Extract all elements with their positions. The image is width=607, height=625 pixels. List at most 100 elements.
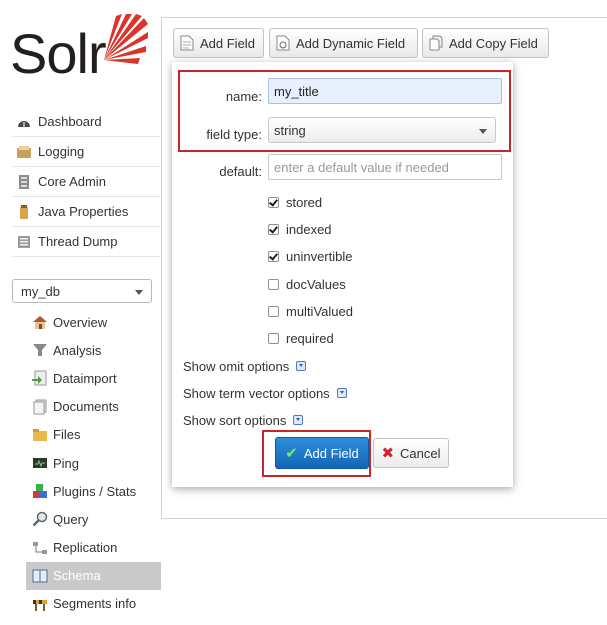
segments-icon	[32, 596, 48, 612]
sidebar-item-thread-dump[interactable]: Thread Dump	[12, 227, 160, 257]
folder-icon	[32, 427, 48, 443]
checkbox-label: uninvertible	[286, 248, 353, 264]
add-field-toolbar-button[interactable]: Add Field	[173, 28, 264, 58]
core-item-files[interactable]: Files	[26, 421, 161, 449]
sidebar-item-label: Thread Dump	[38, 234, 118, 249]
show-term-vector-options-toggle[interactable]: Show term vector options	[183, 384, 347, 402]
logging-icon	[16, 144, 32, 160]
core-item-segments-info[interactable]: Segments info	[26, 590, 161, 618]
close-icon: ✖	[381, 445, 395, 462]
core-item-label: Schema	[53, 568, 101, 584]
core-item-label: Documents	[53, 399, 119, 415]
core-selector[interactable]: my_db	[12, 279, 152, 303]
chevron-down-icon	[135, 290, 143, 295]
add-button-highlight	[262, 430, 371, 477]
core-item-dataimport[interactable]: Dataimport	[26, 364, 161, 392]
core-item-label: Plugins / Stats	[53, 483, 137, 499]
docvalues-option[interactable]: docValues	[268, 275, 346, 293]
multivalued-checkbox[interactable]	[268, 305, 279, 317]
uninvertible-option[interactable]: uninvertible	[268, 247, 353, 265]
expand-icon	[296, 361, 307, 371]
indexed-checkbox[interactable]	[268, 223, 279, 235]
add-field-toolbar-label: Add Field	[200, 35, 255, 51]
dashboard-icon	[16, 114, 32, 130]
core-selector-value: my_db	[21, 283, 61, 299]
core-item-label: Ping	[53, 455, 80, 471]
stored-option[interactable]: stored	[268, 193, 322, 211]
plugins-icon	[32, 483, 48, 499]
dynamic-document-icon	[276, 35, 290, 51]
core-item-label: Analysis	[53, 342, 102, 358]
cancel-button[interactable]: ✖ Cancel	[373, 438, 449, 468]
name-type-highlight	[178, 70, 511, 152]
expand-icon	[293, 415, 304, 425]
sidebar-item-dashboard[interactable]: Dashboard	[12, 107, 160, 137]
ping-icon	[32, 455, 48, 471]
sidebar-item-label: Core Admin	[38, 174, 106, 189]
option-toggle-label: Show omit options	[183, 358, 290, 374]
core-item-query[interactable]: Query	[26, 505, 161, 533]
schema-icon	[32, 568, 48, 584]
core-item-label: Query	[53, 511, 89, 527]
core-item-replication[interactable]: Replication	[26, 534, 161, 562]
uninvertible-checkbox[interactable]	[268, 250, 279, 262]
docvalues-checkbox[interactable]	[268, 278, 279, 290]
required-checkbox[interactable]	[268, 332, 279, 344]
sidebar-nav: Dashboard Logging Core Admin Java Proper…	[12, 107, 160, 257]
core-item-label: Dataimport	[53, 370, 117, 386]
multivalued-option[interactable]: multiValued	[268, 302, 353, 320]
checkbox-label: indexed	[286, 221, 332, 237]
option-toggle-label: Show term vector options	[183, 385, 330, 401]
core-item-label: Files	[53, 427, 81, 443]
sidebar-item-core-admin[interactable]: Core Admin	[12, 167, 160, 197]
core-item-ping[interactable]: Ping	[26, 449, 161, 477]
solr-logo[interactable]: Solr	[10, 14, 148, 86]
show-sort-options-toggle[interactable]: Show sort options	[183, 411, 304, 429]
add-dynamic-field-label: Add Dynamic Field	[296, 35, 406, 51]
stored-checkbox[interactable]	[268, 196, 279, 208]
option-toggle-label: Show sort options	[183, 412, 287, 428]
required-option[interactable]: required	[268, 329, 334, 347]
documents-icon	[32, 399, 48, 415]
add-copy-field-button[interactable]: Add Copy Field	[422, 28, 549, 58]
home-icon	[32, 314, 48, 330]
sidebar-item-label: Logging	[38, 144, 85, 159]
default-input[interactable]: enter a default value if needed	[268, 154, 502, 180]
logo-text: Solr	[10, 22, 107, 85]
core-item-label: Segments info	[53, 596, 137, 612]
core-item-label: Replication	[53, 540, 118, 556]
cancel-button-label: Cancel	[400, 445, 441, 461]
show-omit-options-toggle[interactable]: Show omit options	[183, 357, 307, 375]
sidebar-item-label: Java Properties	[38, 204, 129, 219]
expand-icon	[336, 388, 347, 398]
add-copy-field-label: Add Copy Field	[449, 35, 538, 51]
core-item-documents[interactable]: Documents	[26, 393, 161, 421]
core-item-schema[interactable]: Schema	[26, 561, 161, 590]
thread-dump-icon	[16, 234, 32, 250]
sunburst-logo-icon	[104, 14, 148, 64]
sidebar-item-logging[interactable]: Logging	[12, 137, 160, 167]
indexed-option[interactable]: indexed	[268, 220, 332, 238]
default-label: default:	[219, 164, 262, 179]
checkbox-label: docValues	[286, 276, 346, 292]
add-dynamic-field-button[interactable]: Add Dynamic Field	[269, 28, 418, 58]
java-icon	[16, 204, 32, 220]
core-admin-icon	[16, 174, 32, 190]
checkbox-label: stored	[286, 194, 323, 210]
core-item-label: Overview	[53, 314, 108, 330]
dataimport-icon	[32, 370, 48, 386]
magnifier-icon	[32, 511, 48, 527]
checkbox-label: multiValued	[286, 303, 353, 319]
checkbox-label: required	[286, 330, 334, 346]
core-item-plugins-stats[interactable]: Plugins / Stats	[26, 477, 161, 505]
core-item-overview[interactable]: Overview	[26, 308, 161, 336]
core-item-analysis[interactable]: Analysis	[26, 336, 161, 364]
copy-document-icon	[429, 35, 443, 51]
funnel-icon	[32, 342, 48, 358]
document-icon	[180, 35, 194, 51]
default-input-placeholder: enter a default value if needed	[274, 159, 449, 175]
sidebar-item-java-properties[interactable]: Java Properties	[12, 197, 160, 227]
sidebar-item-label: Dashboard	[38, 114, 102, 129]
replication-icon	[32, 540, 48, 556]
core-menu: Overview Analysis Dataimport Documents F…	[26, 308, 161, 618]
